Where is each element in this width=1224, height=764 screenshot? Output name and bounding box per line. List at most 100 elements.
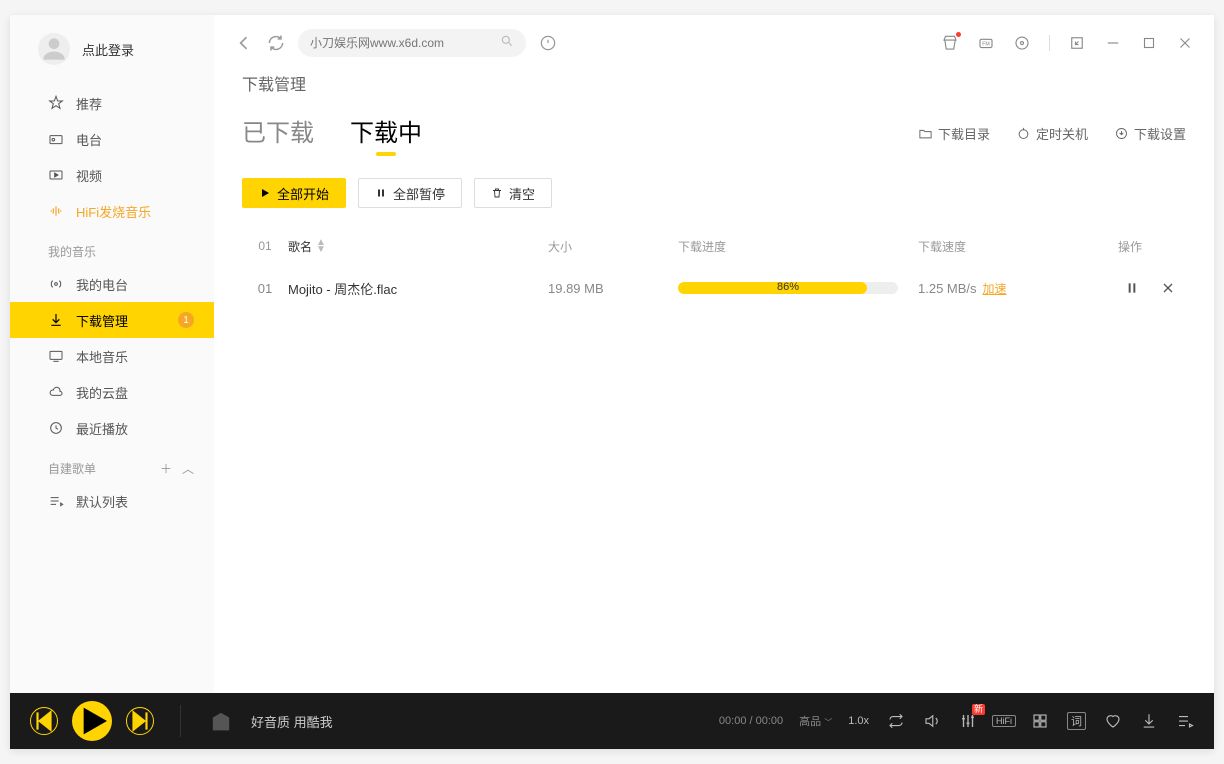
row-name: Mojito - 周杰伦.flac [288,279,548,298]
equalizer-icon[interactable]: 新 [959,712,977,730]
hifi-toggle[interactable]: HiFi [995,712,1013,730]
section-my-music: 我的音乐 [10,229,214,266]
prev-button[interactable] [30,707,58,735]
topbar: FM [214,15,1214,71]
shopping-icon[interactable] [941,34,959,52]
section-playlists: 自建歌单 ＋ ︿ [10,446,214,483]
nav-label: 下载管理 [76,311,128,330]
back-button[interactable] [234,33,254,53]
close-icon[interactable] [1176,34,1194,52]
favorite-icon[interactable] [1104,712,1122,730]
sort-icon: ▲▼ [316,239,326,253]
star-icon [48,95,64,111]
accelerate-link[interactable]: 加速 [983,280,1007,297]
play-icon [259,187,271,199]
login-text: 点此登录 [82,40,134,59]
pause-icon [375,187,387,199]
col-idx: 01 [242,239,288,253]
nav-label: 电台 [76,130,102,149]
folder-icon [918,126,933,141]
nav-label: 本地音乐 [76,347,128,366]
tab-downloaded[interactable]: 已下载 [242,113,314,154]
play-button[interactable] [72,701,112,741]
nav-label: HiFi发烧音乐 [76,202,151,221]
login-area[interactable]: 点此登录 [10,33,214,85]
next-button[interactable] [126,707,154,735]
cloud-icon [48,384,64,400]
clear-button[interactable]: 清空 [474,178,552,208]
search-icon[interactable] [500,34,514,53]
mini-mode-icon[interactable] [1068,34,1086,52]
search-input[interactable] [310,36,492,50]
action-timed-shutdown[interactable]: 定时关机 [1016,124,1088,143]
volume-icon[interactable] [923,712,941,730]
nav-label: 视频 [76,166,102,185]
col-size: 大小 [548,238,678,255]
nav-download-manager[interactable]: 下载管理 1 [10,302,214,338]
col-name-header[interactable]: 歌名 ▲▼ [288,238,548,255]
tabs: 已下载 下载中 [242,113,422,154]
hifi-icon [48,203,64,219]
nav-video[interactable]: 视频 [10,157,214,193]
loop-icon[interactable] [887,712,905,730]
pause-all-button[interactable]: 全部暂停 [358,178,462,208]
nav-label: 我的电台 [76,275,128,294]
effects-icon[interactable] [1031,712,1049,730]
playlist-icon[interactable] [1176,712,1194,730]
col-progress: 下载进度 [678,238,918,255]
nav-recommend[interactable]: 推荐 [10,85,214,121]
nav-cloud[interactable]: 我的云盘 [10,374,214,410]
new-badge: 新 [972,704,985,715]
row-idx: 01 [242,281,288,296]
start-all-button[interactable]: 全部开始 [242,178,346,208]
tab-downloading[interactable]: 下载中 [350,113,422,154]
badge: 1 [178,312,194,328]
maximize-icon[interactable] [1140,34,1158,52]
action-download-dir[interactable]: 下载目录 [918,124,990,143]
brand-icon [207,707,235,735]
row-speed: 1.25 MB/s 加速 [918,280,1088,297]
nav-my-radio[interactable]: 我的电台 [10,266,214,302]
collapse-icon[interactable]: ︿ [182,460,194,477]
lyrics-icon[interactable]: 词 [1067,712,1086,730]
progress-text: 86% [678,282,898,293]
nav-default-playlist[interactable]: 默认列表 [10,483,214,519]
clock-icon [48,420,64,436]
col-speed: 下载速度 [918,238,1088,255]
nav-label: 推荐 [76,94,102,113]
nav-local-music[interactable]: 本地音乐 [10,338,214,374]
minimize-icon[interactable] [1104,34,1122,52]
pause-row-button[interactable] [1124,280,1140,296]
table-header: 01 歌名 ▲▼ 大小 下载进度 下载速度 操作 [242,226,1186,266]
nav-hifi[interactable]: HiFi发烧音乐 [10,193,214,229]
search-box[interactable] [298,29,526,57]
page-title: 下载管理 [242,71,1186,95]
action-download-settings[interactable]: 下载设置 [1114,124,1186,143]
now-playing: 好音质 用酷我 [251,712,333,731]
col-ops: 操作 [1088,238,1186,255]
refresh-button[interactable] [266,33,286,53]
monitor-icon [48,348,64,364]
download-icon[interactable] [1140,712,1158,730]
trash-icon [491,187,503,199]
time-display: 00:00 / 00:00 [719,715,783,727]
row-progress: 86% [678,282,918,294]
settings-icon[interactable] [1013,34,1031,52]
sidebar: 点此登录 推荐 电台 视频 HiFi发烧音乐 我的音乐 [10,15,214,693]
nav-recent[interactable]: 最近播放 [10,410,214,446]
player-bar: 好音质 用酷我 00:00 / 00:00 高品 ﹀ 1.0x 新 HiFi 词 [10,693,1214,749]
nav-radio[interactable]: 电台 [10,121,214,157]
sound-identify-icon[interactable] [538,33,558,53]
row-size: 19.89 MB [548,281,678,296]
nav-label: 我的云盘 [76,383,128,402]
fm-icon[interactable]: FM [977,34,995,52]
radio-icon [48,131,64,147]
list-icon [48,493,64,509]
add-playlist-icon[interactable]: ＋ [160,460,172,477]
delete-row-button[interactable] [1160,280,1176,296]
content: FM 下载管理 已下载 下载中 [214,15,1214,693]
quality-selector[interactable]: 高品 ﹀ [799,713,832,729]
speed-button[interactable]: 1.0x [848,715,869,727]
table-row[interactable]: 01 Mojito - 周杰伦.flac 19.89 MB 86% 1.25 M… [242,266,1186,310]
download-settings-icon [1114,126,1129,141]
